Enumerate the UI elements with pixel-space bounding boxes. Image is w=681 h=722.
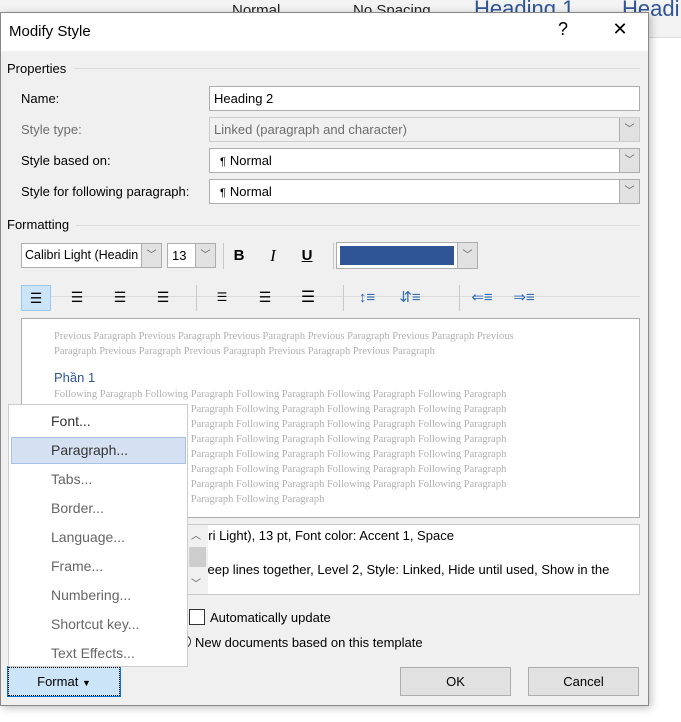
format-label: Format [37,674,79,689]
dialog-title: Modify Style [9,23,91,40]
decrease-indent-icon: ⇐≡ [471,289,493,306]
chevron-down-icon: ﹀ [619,118,639,141]
following-style-select[interactable]: ¶ Normal ﹀ [209,179,640,204]
align-left-icon: ☰ [29,290,43,306]
style-type-value: Linked (paragraph and character) [214,122,407,137]
previous-paragraph-line: Previous Paragraph Previous Paragraph Pr… [54,331,514,342]
style-type-label: Style type: [21,122,82,137]
chevron-down-icon[interactable]: ﹀ [141,244,161,267]
description-line: alibri Light), 13 pt, Font color: Accent… [188,528,454,543]
following-paragraph-line: Following Paragraph Following Paragraph … [54,389,507,400]
name-input[interactable]: Heading 2 [209,86,640,111]
one-half-spacing-button[interactable]: ☰ [252,285,278,310]
chevron-down-icon[interactable]: ﹀ [619,180,639,203]
bold-button[interactable]: B [226,243,252,268]
pilcrow-icon: ¶ [220,187,226,199]
style-based-on-value: Normal [229,153,272,168]
ok-button[interactable]: OK [400,667,511,696]
font-color-swatch [340,246,454,265]
increase-spacing-button[interactable]: ↕≡ [354,285,380,310]
menu-item-frame[interactable]: Frame... [11,553,186,580]
style-based-on-label: Style based on: [21,153,111,168]
divider [74,68,640,69]
chevron-down-icon[interactable]: ﹀ [457,243,477,268]
format-menu: Font... Paragraph... Tabs... Border... Langu… [8,404,188,667]
align-left-button[interactable]: ☰ [21,285,51,311]
auto-update-label[interactable]: Automatically update [210,610,331,625]
formatting-group-label: Formatting [7,217,70,232]
chevron-down-icon[interactable]: ﹀ [619,149,639,172]
font-size-value: 13 [172,248,187,263]
font-value: Calibri Light (Headin [25,248,139,262]
caret-down-icon: ▼ [81,678,91,688]
align-center-icon: ☰ [70,289,84,305]
properties-group-label: Properties [7,61,67,76]
font-size-select[interactable]: 13 ﹀ [167,243,216,268]
scroll-up-icon[interactable]: ︿ [191,527,201,542]
one-half-spacing-icon: ☰ [258,289,272,305]
close-icon[interactable]: ✕ [605,19,635,40]
increase-indent-button[interactable]: ⇒≡ [511,285,537,310]
chevron-down-icon[interactable]: ﹀ [195,244,215,267]
italic-button[interactable]: I [260,243,286,268]
menu-item-numbering[interactable]: Numbering... [11,582,186,609]
decrease-indent-button[interactable]: ⇐≡ [469,285,495,310]
description-scrollbar[interactable]: ︿ ﹀ [188,525,208,594]
menu-item-font[interactable]: Font... [11,408,186,435]
format-button[interactable]: Format ▼ [7,666,121,697]
underline-button[interactable]: U [294,243,320,268]
menu-item-text-effects[interactable]: Text Effects... [11,640,186,667]
menu-item-shortcut-key[interactable]: Shortcut key... [11,611,186,638]
pilcrow-icon: ¶ [220,156,226,168]
auto-update-checkbox[interactable] [189,609,205,625]
increase-paragraph-spacing-icon: ↕≡ [358,289,376,306]
scroll-down-icon[interactable]: ﹀ [191,575,201,590]
style-type-select: Linked (paragraph and character) ﹀ [209,117,640,142]
preview-sample-heading: Phần 1 [54,370,96,385]
scrollbar-thumb[interactable] [189,547,206,567]
justify-button[interactable]: ☰ [150,285,176,310]
new-documents-label[interactable]: New documents based on this template [195,635,423,650]
separator [459,285,460,311]
help-button[interactable]: ? [548,19,578,40]
menu-item-border[interactable]: Border... [11,495,186,522]
align-right-button[interactable]: ☰ [107,285,133,310]
document-background [648,38,681,722]
increase-indent-icon: ⇒≡ [513,289,535,306]
description-line: t, Keep lines together, Level 2, Style: … [188,562,610,577]
decrease-spacing-button[interactable]: ⇵≡ [397,285,423,310]
font-select[interactable]: Calibri Light (Headin ﹀ [21,243,162,268]
align-center-button[interactable]: ☰ [64,285,90,310]
double-spacing-button[interactable]: ☰ [295,285,321,310]
divider [76,225,640,226]
single-spacing-icon: ☰ [216,290,228,304]
name-label: Name: [21,91,60,106]
separator [223,243,224,269]
style-based-on-select[interactable]: ¶ Normal ﹀ [209,148,640,173]
previous-paragraph-line: Paragraph Previous Paragraph Previous Pa… [54,346,435,357]
menu-item-tabs[interactable]: Tabs... [11,466,186,493]
separator [343,285,344,311]
font-color-select[interactable]: ﹀ [336,242,478,269]
single-spacing-button[interactable]: ☰ [209,285,235,310]
justify-icon: ☰ [156,289,170,305]
following-style-label: Style for following paragraph: [21,184,190,199]
separator [196,285,197,311]
align-right-icon: ☰ [113,289,127,305]
menu-item-paragraph[interactable]: Paragraph... [11,437,186,464]
cancel-button[interactable]: Cancel [528,667,639,696]
menu-item-language[interactable]: Language... [11,524,186,551]
separator [333,243,334,269]
double-spacing-icon: ☰ [300,289,316,306]
decrease-paragraph-spacing-icon: ⇵≡ [399,289,421,306]
title-bar: Modify Style ? ✕ [1,13,648,51]
following-style-value: Normal [229,184,272,199]
